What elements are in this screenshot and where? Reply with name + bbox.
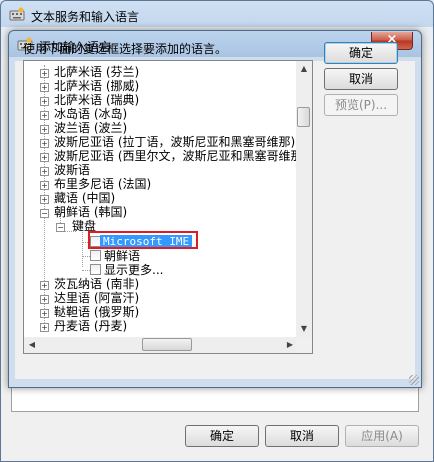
- tree-item-language[interactable]: 藏语 (中国): [54, 191, 115, 205]
- expand-icon[interactable]: +: [40, 167, 49, 176]
- outer-dialog-title: 文本服务和输入语言: [31, 10, 140, 24]
- expand-icon[interactable]: +: [40, 83, 49, 92]
- expand-icon[interactable]: +: [40, 309, 49, 318]
- language-tree-view[interactable]: + 北萨米语 (芬兰) + 北萨米语 (挪威) + 北萨米语 (瑞典) + 冰岛…: [23, 60, 313, 354]
- tree-item-language[interactable]: 布里多尼语 (法国): [54, 177, 151, 191]
- vertical-scrollbar[interactable]: ▲ ▼: [296, 61, 312, 337]
- tree-item-language[interactable]: 北萨米语 (瑞典): [54, 93, 139, 107]
- expand-icon[interactable]: +: [40, 153, 49, 162]
- scroll-up-arrow-icon[interactable]: ▲: [296, 61, 312, 77]
- tree-item-language[interactable]: 茨瓦纳语 (南非): [54, 277, 139, 291]
- tree-item-language[interactable]: 波兰语 (波兰): [54, 121, 127, 135]
- tree-item-language[interactable]: 北萨米语 (芬兰): [54, 65, 139, 79]
- scroll-left-arrow-icon[interactable]: ◀: [24, 337, 40, 353]
- checkbox-show-more[interactable]: [90, 264, 101, 275]
- expand-icon[interactable]: +: [40, 281, 49, 290]
- preview-button[interactable]: 预览(P)...: [324, 94, 398, 116]
- tree-item-language[interactable]: 丹麦语 (丹麦): [54, 319, 127, 333]
- expand-icon[interactable]: +: [40, 97, 49, 106]
- collapse-icon[interactable]: −: [56, 223, 65, 232]
- horizontal-scrollbar[interactable]: ◀ ▶: [24, 337, 298, 353]
- annotation-highlight-box: [88, 231, 198, 249]
- tree-item-language[interactable]: 北萨米语 (挪威): [54, 79, 139, 93]
- expand-icon[interactable]: +: [40, 125, 49, 134]
- collapse-icon[interactable]: −: [40, 209, 49, 218]
- tree-item-language[interactable]: 冰岛语 (冰岛): [54, 107, 127, 121]
- horizontal-scroll-thumb[interactable]: [142, 338, 192, 351]
- outer-ok-button[interactable]: 确定: [185, 425, 259, 447]
- tree-item-keyboard[interactable]: 朝鲜语: [104, 249, 140, 263]
- expand-icon[interactable]: +: [40, 139, 49, 148]
- expand-icon[interactable]: +: [40, 111, 49, 120]
- tree-item-language-expanded[interactable]: 朝鲜语 (韩国): [54, 205, 127, 219]
- vertical-scroll-thumb[interactable]: [297, 107, 310, 127]
- expand-icon[interactable]: +: [40, 323, 49, 332]
- expand-icon[interactable]: +: [40, 195, 49, 204]
- tree-line: [82, 227, 83, 267]
- cancel-button[interactable]: 取消: [324, 68, 398, 90]
- checkbox-korean-keyboard[interactable]: [90, 250, 101, 261]
- resize-grip-icon[interactable]: [409, 375, 419, 385]
- tree-item-language[interactable]: 波斯尼亚语 (西里尔文，波斯尼亚和黑塞哥维那): [54, 149, 307, 163]
- keyboard-icon: [9, 7, 25, 21]
- expand-icon[interactable]: +: [40, 69, 49, 78]
- tree-item-language[interactable]: 波斯尼亚语 (拉丁语，波斯尼亚和黑塞哥维那): [54, 135, 295, 149]
- expand-icon[interactable]: +: [40, 295, 49, 304]
- ok-button[interactable]: 确定: [324, 42, 398, 64]
- tree-item-language[interactable]: 波斯语: [54, 163, 90, 177]
- tree-item-language[interactable]: 达里语 (阿富汗): [54, 291, 139, 305]
- scrollbar-corner: [296, 337, 312, 353]
- expand-icon[interactable]: +: [40, 181, 49, 190]
- scroll-down-arrow-icon[interactable]: ▼: [296, 321, 312, 337]
- tree-item-show-more[interactable]: 显示更多...: [104, 263, 163, 277]
- instruction-text: 使用下面的复选框选择要添加的语言。: [23, 42, 228, 56]
- outer-cancel-button[interactable]: 取消: [265, 425, 339, 447]
- outer-apply-button[interactable]: 应用(A): [345, 425, 419, 447]
- tree-item-language[interactable]: 鞑靼语 (俄罗斯): [54, 305, 139, 319]
